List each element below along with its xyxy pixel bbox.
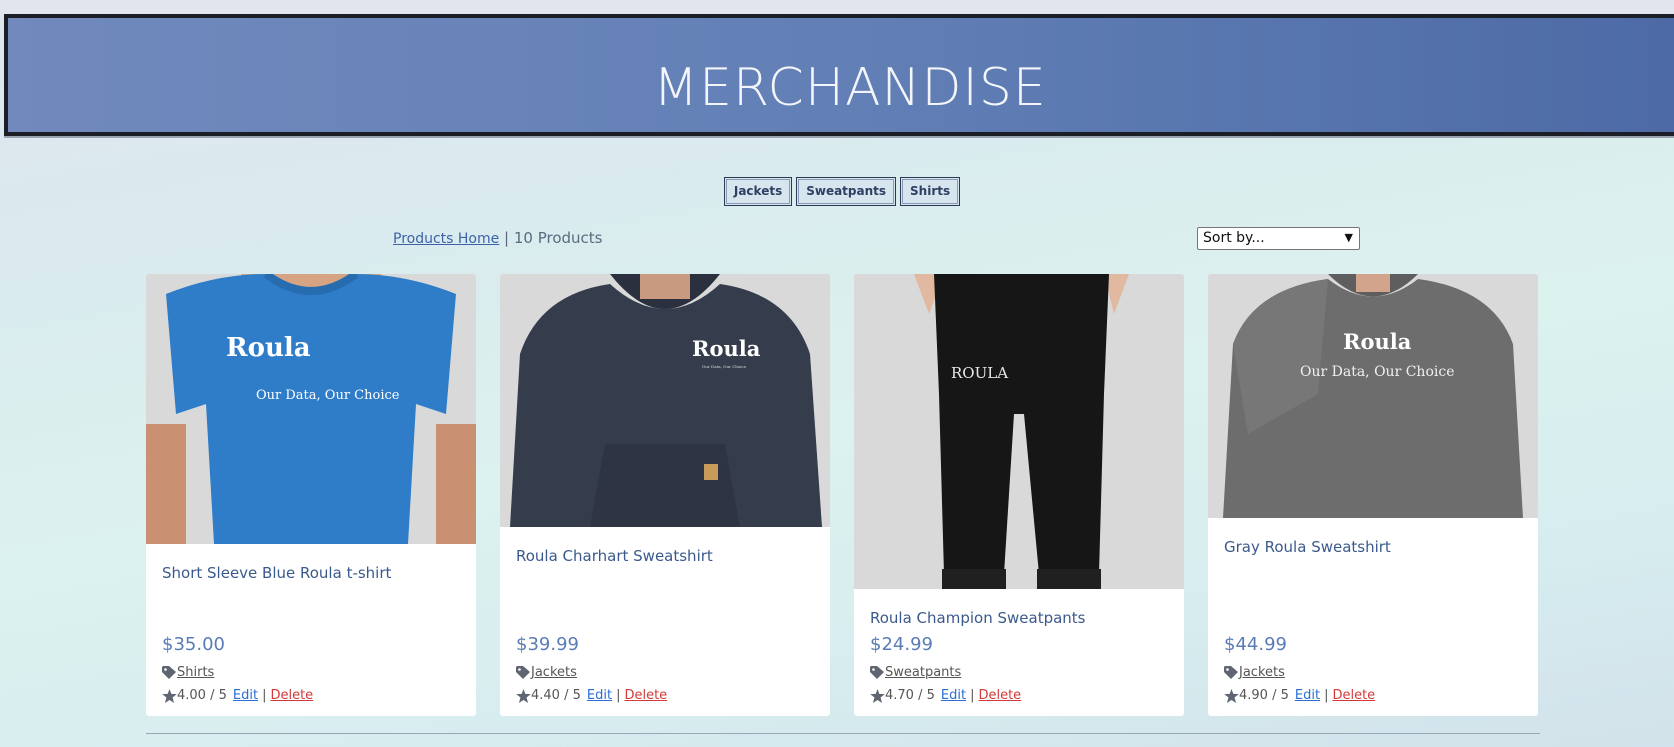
products-home-link[interactable]: Products Home	[393, 231, 499, 247]
product-card[interactable]: ROULA Roula Champion Sweatpants $24.99 S…	[854, 274, 1184, 716]
page-title: MERCHANDISE	[653, 58, 1047, 118]
breadcrumb: Products Home | 10 Products	[393, 229, 603, 247]
sort-select[interactable]: Sort by... ▼	[1197, 227, 1360, 250]
product-name[interactable]: Roula Champion Sweatpants	[870, 609, 1086, 627]
product-image[interactable]: ROULA	[854, 274, 1184, 589]
action-separator: |	[262, 688, 267, 703]
star-icon	[162, 688, 177, 703]
product-category-link[interactable]: Jackets	[1239, 665, 1285, 680]
pants-brand-text: ROULA	[951, 364, 1008, 382]
product-price: $24.99	[870, 634, 933, 655]
product-category-link[interactable]: Sweatpants	[885, 665, 961, 680]
product-rating-row: 4.90 / 5 Edit | Delete	[1224, 688, 1375, 703]
category-button-shirts[interactable]: Shirts	[900, 177, 961, 206]
shirt-slogan-text: Our Data, Our Choice	[256, 388, 400, 403]
top-strip	[0, 0, 1674, 14]
action-separator: |	[970, 688, 975, 703]
delete-link[interactable]: Delete	[1332, 688, 1375, 703]
shirt-brand-text: Roula	[1343, 329, 1412, 354]
product-count: 10 Products	[513, 229, 603, 247]
product-price: $35.00	[162, 634, 225, 655]
edit-link[interactable]: Edit	[1295, 688, 1320, 703]
product-price: $44.99	[1224, 634, 1287, 655]
product-rating-row: 4.40 / 5 Edit | Delete	[516, 688, 667, 703]
product-card[interactable]: Roula Our Data, Our Choice Roula Charhar…	[500, 274, 830, 716]
product-category: Shirts	[162, 665, 214, 680]
shirt-brand-text: Roula	[692, 336, 761, 361]
product-card[interactable]: Roula Our Data, Our Choice Gray Roula Sw…	[1208, 274, 1538, 716]
product-rating-row: 4.00 / 5 Edit | Delete	[162, 688, 313, 703]
product-rating: 4.90 / 5	[1239, 688, 1289, 703]
product-card[interactable]: Roula Our Data, Our Choice Short Sleeve …	[146, 274, 476, 716]
edit-link[interactable]: Edit	[941, 688, 966, 703]
tag-icon	[162, 666, 176, 679]
product-rating: 4.70 / 5	[885, 688, 935, 703]
product-category: Sweatpants	[870, 665, 961, 680]
action-separator: |	[616, 688, 621, 703]
breadcrumb-separator: |	[504, 229, 510, 247]
star-icon	[516, 688, 531, 703]
chevron-down-icon: ▼	[1344, 231, 1353, 244]
shirt-brand-text: Roula	[226, 333, 311, 363]
delete-link[interactable]: Delete	[978, 688, 1021, 703]
edit-link[interactable]: Edit	[587, 688, 612, 703]
tag-icon	[516, 666, 530, 679]
action-separator: |	[1324, 688, 1329, 703]
product-rating-row: 4.70 / 5 Edit | Delete	[870, 688, 1021, 703]
product-name[interactable]: Roula Charhart Sweatshirt	[516, 547, 713, 565]
product-category-link[interactable]: Shirts	[177, 665, 214, 680]
product-rating: 4.00 / 5	[177, 688, 227, 703]
product-name[interactable]: Short Sleeve Blue Roula t-shirt	[162, 564, 391, 582]
product-image[interactable]: Roula Our Data, Our Choice	[500, 274, 830, 527]
delete-link[interactable]: Delete	[624, 688, 667, 703]
product-price: $39.99	[516, 634, 579, 655]
category-button-sweatpants[interactable]: Sweatpants	[796, 177, 897, 206]
product-name[interactable]: Gray Roula Sweatshirt	[1224, 538, 1391, 556]
category-button-jackets[interactable]: Jackets	[723, 177, 793, 206]
product-image[interactable]: Roula Our Data, Our Choice	[1208, 274, 1538, 518]
tag-icon	[870, 666, 884, 679]
delete-link[interactable]: Delete	[270, 688, 313, 703]
section-divider	[146, 733, 1540, 734]
page-banner: MERCHANDISE	[4, 14, 1674, 136]
category-filter-bar: Jackets Sweatpants Shirts	[0, 177, 1674, 206]
product-category-link[interactable]: Jackets	[531, 665, 577, 680]
product-category: Jackets	[516, 665, 577, 680]
product-category: Jackets	[1224, 665, 1285, 680]
shirt-slogan-text: Our Data, Our Choice	[702, 364, 747, 369]
product-rating: 4.40 / 5	[531, 688, 581, 703]
sort-selected-value: Sort by...	[1203, 230, 1265, 246]
product-image[interactable]: Roula Our Data, Our Choice	[146, 274, 476, 544]
tag-icon	[1224, 666, 1238, 679]
shirt-slogan-text: Our Data, Our Choice	[1300, 364, 1454, 380]
star-icon	[870, 688, 885, 703]
star-icon	[1224, 688, 1239, 703]
edit-link[interactable]: Edit	[233, 688, 258, 703]
